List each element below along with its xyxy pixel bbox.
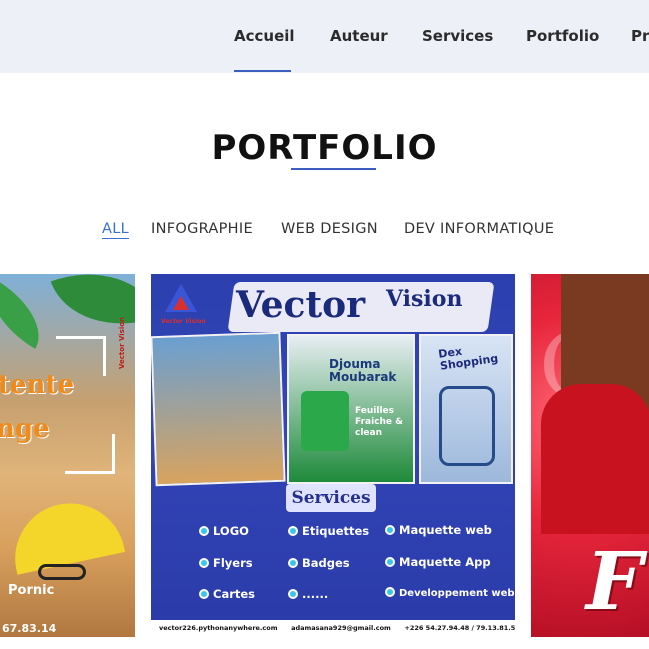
product-bucket-image [301, 391, 349, 451]
nav-link-pr[interactable]: Pr [631, 27, 649, 45]
sample-djouma-flyer: Djouma Moubarak Feuilles Fraiche & clean [287, 334, 415, 484]
bullet-icon [199, 558, 209, 568]
shopping-title: Dex Shopping [437, 344, 499, 373]
photo-frame [65, 434, 115, 474]
service-item: ...... [288, 587, 328, 601]
decorative-letter-f: F [586, 534, 643, 628]
service-item: Maquette App [385, 555, 491, 569]
brand-logo-text: Vector Vision [161, 318, 206, 325]
filter-web-design[interactable]: WEB DESIGN [281, 221, 378, 237]
nav-link-services[interactable]: Services [422, 27, 493, 45]
services-heading: Services [286, 484, 376, 512]
service-item: Etiquettes [288, 524, 369, 538]
ad-headline-1: tente [0, 370, 75, 400]
ad-phone: 67.83.14 [2, 622, 57, 635]
djouma-subtitle: Feuilles Fraiche & clean [355, 406, 403, 438]
portfolio-card-red-promo[interactable]: O F [531, 274, 649, 637]
service-item: Badges [288, 556, 350, 570]
bullet-icon [385, 525, 395, 535]
brand-name-vision: Vision [386, 286, 463, 312]
bullet-icon [385, 587, 395, 597]
sunglasses-image [38, 564, 86, 580]
ad-headline-2: nge [0, 414, 50, 444]
brand-name-vector: Vector [236, 284, 366, 326]
contact-footer-text: vector226.pythonanywhere.com adamasana92… [159, 624, 515, 632]
palm-leaf-image [0, 279, 56, 349]
active-nav-indicator [234, 70, 291, 72]
sample-shopping-flyer: Dex Shopping [419, 334, 513, 484]
service-item: LOGO [199, 524, 249, 538]
bullet-icon [199, 589, 209, 599]
bullet-icon [288, 558, 298, 568]
portfolio-card-vector-vision[interactable]: Vector Vision Vector Vision Djouma Mouba… [151, 274, 515, 637]
service-item: Developpement web [385, 587, 515, 599]
product-stroller-image [439, 386, 495, 466]
filter-all[interactable]: ALL [102, 221, 129, 237]
filter-dev-informatique[interactable]: DEV INFORMATIQUE [404, 221, 554, 237]
nav-link-accueil[interactable]: Accueil [234, 27, 295, 45]
ad-location: Pornic [8, 583, 55, 598]
contact-footer: vector226.pythonanywhere.com adamasana92… [151, 620, 515, 637]
brand-logo-accent-icon [173, 296, 189, 310]
filter-infographie[interactable]: INFOGRAPHIE [151, 221, 253, 237]
portfolio-card-beach[interactable]: tente nge Vector Vision Pornic 67.83.14 [0, 274, 135, 637]
sample-beach-flyer [151, 331, 286, 487]
ad-vertical-text: Vector Vision [118, 316, 126, 369]
service-item: Cartes [199, 587, 255, 601]
bullet-icon [288, 589, 298, 599]
section-title: PORTFOLIO [211, 128, 438, 168]
top-navbar: Accueil Auteur Services Portfolio Pr [0, 0, 649, 73]
djouma-title: Djouma Moubarak [329, 357, 397, 384]
bullet-icon [199, 526, 209, 536]
nav-link-portfolio[interactable]: Portfolio [526, 27, 599, 45]
service-item: Maquette web [385, 523, 492, 537]
title-underline [291, 168, 376, 170]
nav-link-auteur[interactable]: Auteur [330, 27, 388, 45]
service-item: Flyers [199, 556, 253, 570]
bullet-icon [385, 557, 395, 567]
beach-umbrella-image [4, 493, 126, 575]
bullet-icon [288, 526, 298, 536]
person-shirt-image [541, 384, 649, 534]
